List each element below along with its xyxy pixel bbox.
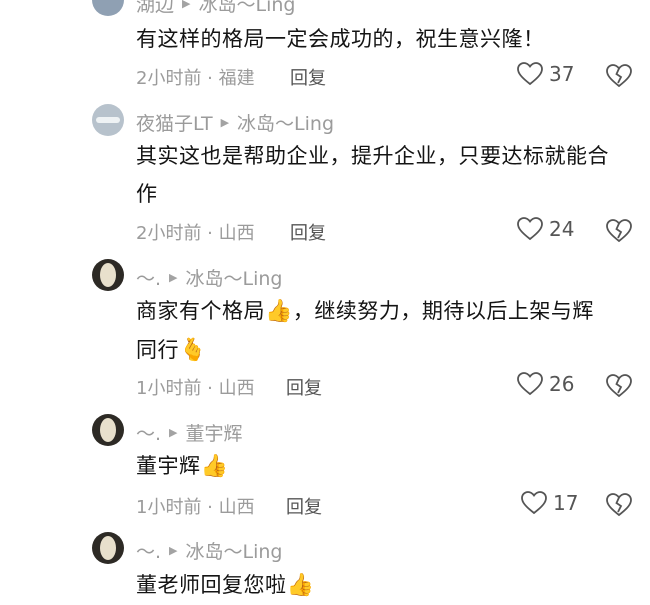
- reply-to-name[interactable]: 冰岛～Ling: [198, 0, 295, 17]
- comment-time-location: 1小时前 · 山西: [136, 378, 255, 399]
- comment-text-segment: ，继续努力，期待以后上架与辉: [292, 299, 594, 323]
- comment-text: 商家有个格局👍，继续努力，期待以后上架与辉 同行🫰: [136, 292, 636, 370]
- reply-arrow-icon: ▶: [182, 0, 191, 10]
- comment-text: 其实这也是帮助企业，提升企业，只要达标就能合 作: [136, 137, 636, 213]
- comment-text: 董宇辉👍: [136, 447, 636, 486]
- comment-text-segment: 商家有个格局: [136, 299, 265, 323]
- avatar[interactable]: [92, 104, 124, 136]
- avatar[interactable]: [92, 532, 124, 564]
- like-count: 26: [549, 372, 575, 396]
- thumbs-up-icon: 👍: [200, 454, 229, 479]
- like-count: 37: [549, 62, 575, 86]
- reply-to-name[interactable]: 冰岛～Ling: [237, 109, 334, 136]
- author-name[interactable]: ～.: [136, 537, 161, 564]
- reply-button[interactable]: 回复: [290, 219, 326, 245]
- comment-header: 夜猫子LT ▶ 冰岛～Ling: [136, 109, 334, 136]
- author-name[interactable]: 夜猫子LT: [136, 109, 213, 136]
- heart-outline-icon: [517, 217, 543, 241]
- comment-text-segment: 董老师回复您啦: [136, 573, 287, 597]
- comment-time-location: 2小时前 · 福建: [136, 68, 255, 89]
- reply-arrow-icon: ▶: [169, 271, 178, 284]
- comment-text: 董老师回复您啦👍: [136, 566, 636, 605]
- comment-time-location: 2小时前 · 山西: [136, 223, 255, 244]
- like-button[interactable]: 17: [521, 491, 578, 515]
- comment-text-line: 作: [136, 182, 158, 206]
- reply-to-name[interactable]: 冰岛～Ling: [186, 537, 283, 564]
- comment-text-line: 同行🫰: [136, 331, 636, 370]
- comment-text: 有这样的格局一定会成功的，祝生意兴隆！: [136, 27, 545, 51]
- like-button[interactable]: 24: [517, 217, 574, 241]
- author-name[interactable]: 湖边: [136, 0, 174, 17]
- avatar[interactable]: [92, 259, 124, 291]
- broken-heart-icon[interactable]: [606, 374, 632, 398]
- like-button[interactable]: 26: [517, 372, 574, 396]
- heart-outline-icon: [517, 372, 543, 396]
- broken-heart-icon[interactable]: [606, 493, 632, 517]
- heart-outline-icon: [517, 62, 543, 86]
- thumbs-up-icon: 👍: [265, 299, 293, 324]
- reply-arrow-icon: ▶: [169, 426, 178, 439]
- comment-header: ～. ▶ 董宇辉: [136, 419, 243, 446]
- comment-text-line: 其实这也是帮助企业，提升企业，只要达标就能合: [136, 144, 609, 168]
- comment-header: ～. ▶ 冰岛～Ling: [136, 264, 282, 291]
- like-button[interactable]: 37: [517, 62, 574, 86]
- like-count: 17: [553, 491, 579, 515]
- avatar[interactable]: [92, 414, 124, 446]
- author-name[interactable]: ～.: [136, 419, 161, 446]
- comment-time-location: 1小时前 · 山西: [136, 497, 255, 518]
- reply-arrow-icon: ▶: [169, 544, 178, 557]
- comment-header: 湖边 ▶ 冰岛～Ling: [136, 0, 295, 17]
- like-count: 24: [549, 217, 575, 241]
- broken-heart-icon[interactable]: [606, 219, 632, 243]
- reply-button[interactable]: 回复: [290, 64, 326, 90]
- reply-to-name[interactable]: 冰岛～Ling: [186, 264, 283, 291]
- avatar[interactable]: [92, 0, 124, 16]
- comment-text-line: 商家有个格局👍，继续努力，期待以后上架与辉: [136, 292, 636, 331]
- reply-arrow-icon: ▶: [220, 116, 230, 129]
- comment-text-segment: 董宇辉: [136, 454, 201, 478]
- broken-heart-icon[interactable]: [606, 64, 632, 88]
- reply-button[interactable]: 回复: [286, 374, 322, 400]
- heart-hands-icon: 🫰: [179, 338, 207, 363]
- reply-button[interactable]: 回复: [286, 493, 322, 519]
- reply-to-name[interactable]: 董宇辉: [186, 419, 243, 446]
- heart-outline-icon: [521, 491, 547, 515]
- comment-header: ～. ▶ 冰岛～Ling: [136, 537, 282, 564]
- author-name[interactable]: ～.: [136, 264, 161, 291]
- comment-text-segment: 同行: [136, 338, 179, 362]
- thumbs-up-icon: 👍: [286, 573, 315, 598]
